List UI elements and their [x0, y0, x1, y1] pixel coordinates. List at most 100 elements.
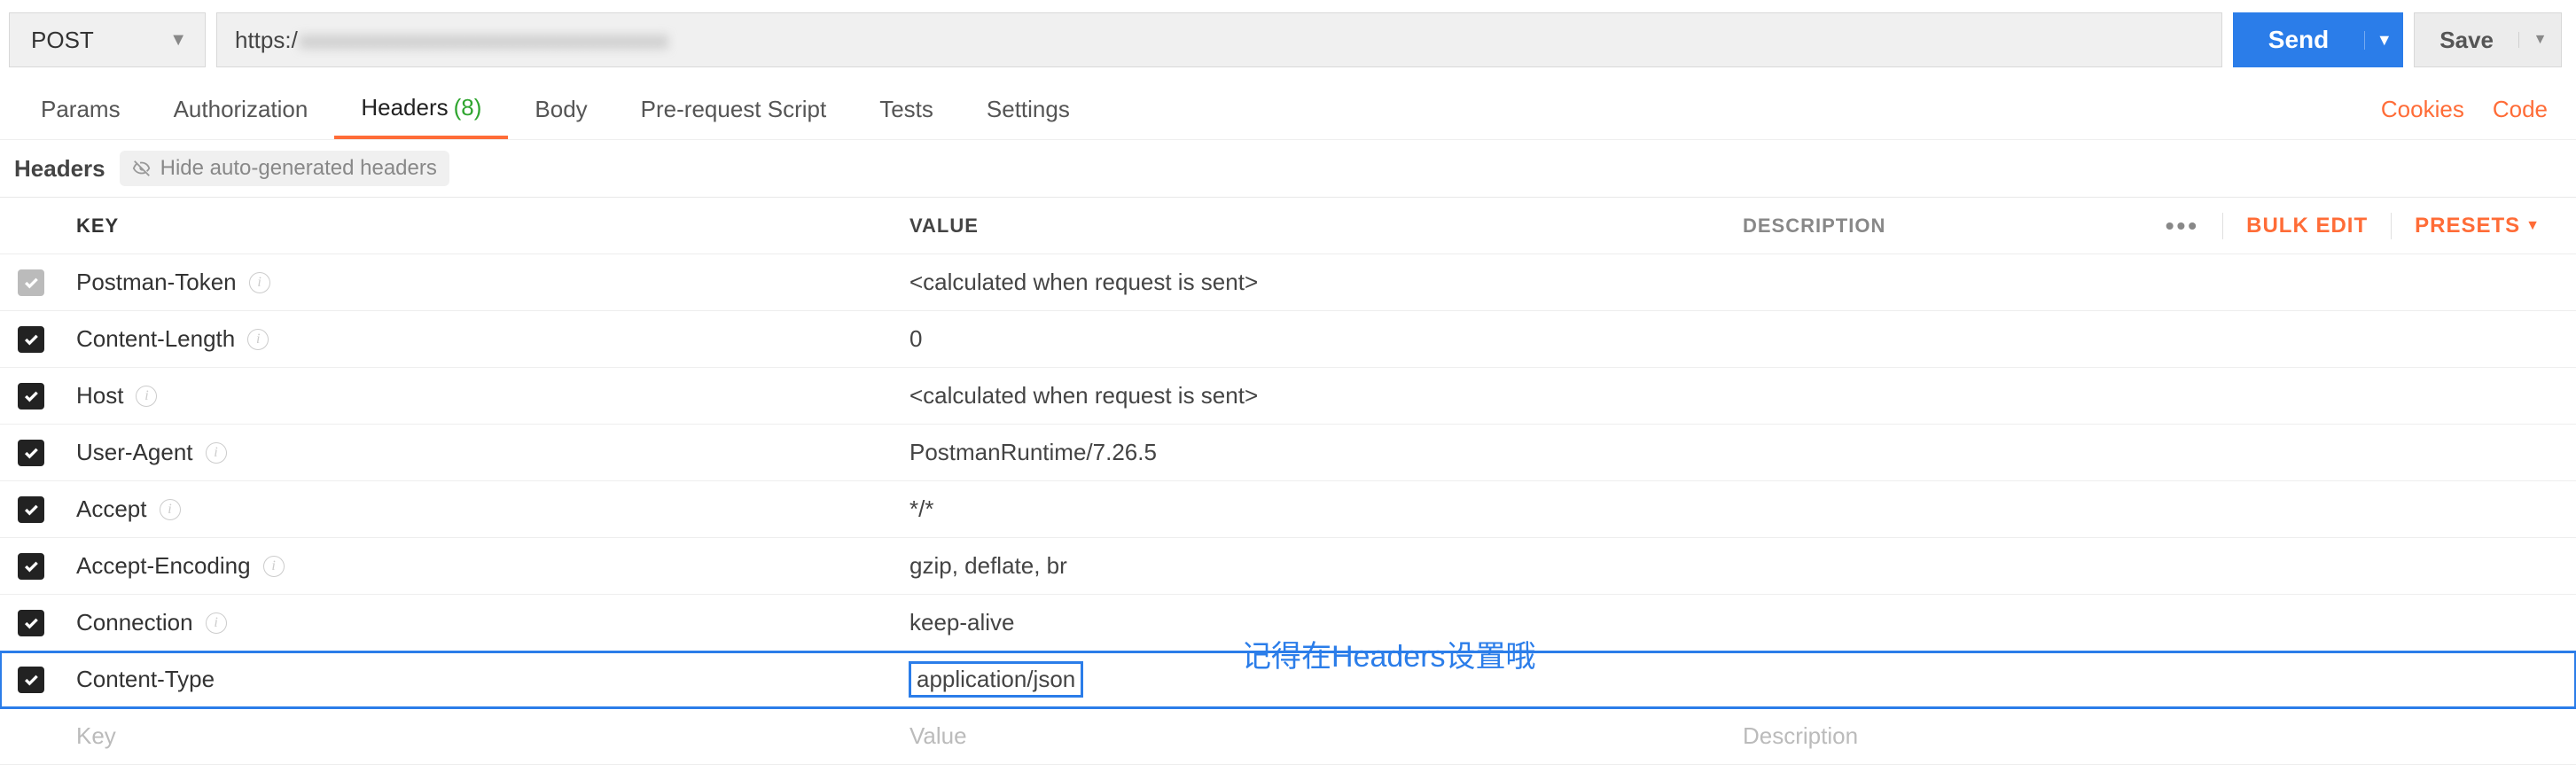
header-key: Postman-Token: [76, 269, 237, 296]
table-row: User-Agent i PostmanRuntime/7.26.5: [0, 425, 2576, 481]
annotation-text: 记得在Headers设置哦: [1241, 632, 1536, 675]
save-button[interactable]: Save ▼: [2414, 12, 2562, 67]
row-checkbox[interactable]: [18, 440, 44, 466]
info-icon[interactable]: i: [136, 386, 157, 407]
row-checkbox[interactable]: [18, 553, 44, 580]
key-cell[interactable]: Content-Type: [62, 666, 895, 693]
col-value: VALUE: [895, 214, 1729, 238]
url-input[interactable]: https:/ xxxxxxxxxxxxxxxxxxxxxxxxxxxxxxxx: [216, 12, 2222, 67]
header-value: keep-alive: [909, 609, 1015, 636]
key-input[interactable]: Key: [62, 722, 895, 750]
row-checkbox[interactable]: [18, 667, 44, 693]
info-icon[interactable]: i: [247, 329, 269, 350]
table-row: Content-Length i 0: [0, 311, 2576, 368]
key-cell[interactable]: Content-Length i: [62, 325, 895, 353]
method-select[interactable]: POST ▼: [9, 12, 206, 67]
table-row: Accept-Encoding i gzip, deflate, br: [0, 538, 2576, 595]
headers-title: Headers: [14, 155, 105, 183]
value-cell[interactable]: gzip, deflate, br: [895, 552, 1729, 580]
key-cell[interactable]: User-Agent i: [62, 439, 895, 466]
new-header-row: Key Value Description: [0, 708, 2576, 765]
checkbox-cell: [0, 383, 62, 410]
divider: [2391, 213, 2392, 239]
header-key: Content-Length: [76, 325, 235, 353]
tab-headers[interactable]: Headers (8): [334, 80, 508, 139]
header-key: User-Agent: [76, 439, 193, 466]
header-value: gzip, deflate, br: [909, 552, 1067, 579]
description-input[interactable]: Description: [1729, 722, 2576, 750]
headers-subheader: Headers Hide auto-generated headers: [0, 140, 2576, 197]
cookies-link[interactable]: Cookies: [2367, 96, 2478, 123]
tab-params[interactable]: Params: [14, 80, 147, 139]
row-checkbox[interactable]: [18, 326, 44, 353]
send-label: Send: [2233, 26, 2364, 54]
header-key: Accept: [76, 495, 147, 523]
more-icon[interactable]: •••: [2166, 212, 2199, 240]
header-key: Connection: [76, 609, 193, 636]
value-cell[interactable]: 0: [895, 325, 1729, 353]
request-tabs: Params Authorization Headers (8) Body Pr…: [0, 80, 2576, 140]
url-blurred: xxxxxxxxxxxxxxxxxxxxxxxxxxxxxxxx: [300, 27, 668, 54]
header-key: Content-Type: [76, 666, 215, 693]
method-label: POST: [31, 27, 94, 54]
chevron-down-icon: ▼: [169, 30, 187, 51]
send-button[interactable]: Send ▼: [2233, 12, 2403, 67]
info-icon[interactable]: i: [263, 556, 285, 577]
key-cell[interactable]: Postman-Token i: [62, 269, 895, 296]
headers-count: (8): [454, 94, 482, 121]
table-header-actions: ••• Bulk Edit Presets ▼: [2166, 212, 2562, 240]
header-value: <calculated when request is sent>: [909, 269, 1258, 295]
key-cell[interactable]: Connection i: [62, 609, 895, 636]
value-cell[interactable]: <calculated when request is sent>: [895, 269, 1729, 296]
divider: [2222, 213, 2223, 239]
value-input[interactable]: Value: [895, 722, 1729, 750]
headers-table: KEY VALUE DESCRIPTION ••• Bulk Edit Pres…: [0, 197, 2576, 765]
tab-tests[interactable]: Tests: [853, 80, 960, 139]
code-link[interactable]: Code: [2478, 96, 2562, 123]
info-icon[interactable]: i: [249, 272, 270, 293]
tab-prerequest[interactable]: Pre-request Script: [614, 80, 854, 139]
key-cell[interactable]: Accepti: [62, 495, 895, 523]
tab-body[interactable]: Body: [508, 80, 613, 139]
row-checkbox[interactable]: [18, 269, 44, 296]
row-checkbox[interactable]: [18, 496, 44, 523]
request-bar: POST ▼ https:/ xxxxxxxxxxxxxxxxxxxxxxxxx…: [0, 0, 2576, 80]
checkbox-cell: [0, 440, 62, 466]
header-value: <calculated when request is sent>: [909, 382, 1258, 409]
checkbox-cell: [0, 269, 62, 296]
bulk-edit-link[interactable]: Bulk Edit: [2246, 214, 2368, 238]
header-key: Accept-Encoding: [76, 552, 251, 580]
table-header-row: KEY VALUE DESCRIPTION ••• Bulk Edit Pres…: [0, 198, 2576, 254]
key-cell[interactable]: Hosti: [62, 382, 895, 410]
checkbox-cell: [0, 496, 62, 523]
save-label: Save: [2415, 27, 2518, 54]
key-cell[interactable]: Accept-Encoding i: [62, 552, 895, 580]
send-dropdown[interactable]: ▼: [2364, 31, 2403, 50]
checkbox-cell: [0, 326, 62, 353]
table-row: Accepti */*: [0, 481, 2576, 538]
header-key: Host: [76, 382, 123, 410]
value-cell[interactable]: PostmanRuntime/7.26.5: [895, 439, 1729, 466]
save-dropdown[interactable]: ▼: [2518, 32, 2561, 48]
value-cell[interactable]: */*: [895, 495, 1729, 523]
presets-link[interactable]: Presets ▼: [2415, 214, 2541, 238]
col-key: KEY: [62, 214, 895, 238]
row-checkbox[interactable]: [18, 610, 44, 636]
row-checkbox[interactable]: [18, 383, 44, 410]
url-prefix: https:/: [235, 27, 298, 54]
hide-auto-headers-button[interactable]: Hide auto-generated headers: [120, 151, 449, 186]
chevron-down-icon: ▼: [2525, 218, 2541, 234]
table-row: Postman-Token i <calculated when request i…: [0, 254, 2576, 311]
tab-authorization[interactable]: Authorization: [147, 80, 335, 139]
info-icon[interactable]: i: [160, 499, 181, 520]
hide-label: Hide auto-generated headers: [160, 156, 437, 181]
table-row: Hosti <calculated when request is sent>: [0, 368, 2576, 425]
checkbox-cell: [0, 553, 62, 580]
header-value: */*: [909, 495, 933, 522]
value-cell[interactable]: <calculated when request is sent>: [895, 382, 1729, 410]
info-icon[interactable]: i: [206, 612, 227, 634]
header-value: PostmanRuntime/7.26.5: [909, 439, 1157, 465]
info-icon[interactable]: i: [206, 442, 227, 464]
tab-settings[interactable]: Settings: [960, 80, 1097, 139]
checkbox-cell: [0, 667, 62, 693]
